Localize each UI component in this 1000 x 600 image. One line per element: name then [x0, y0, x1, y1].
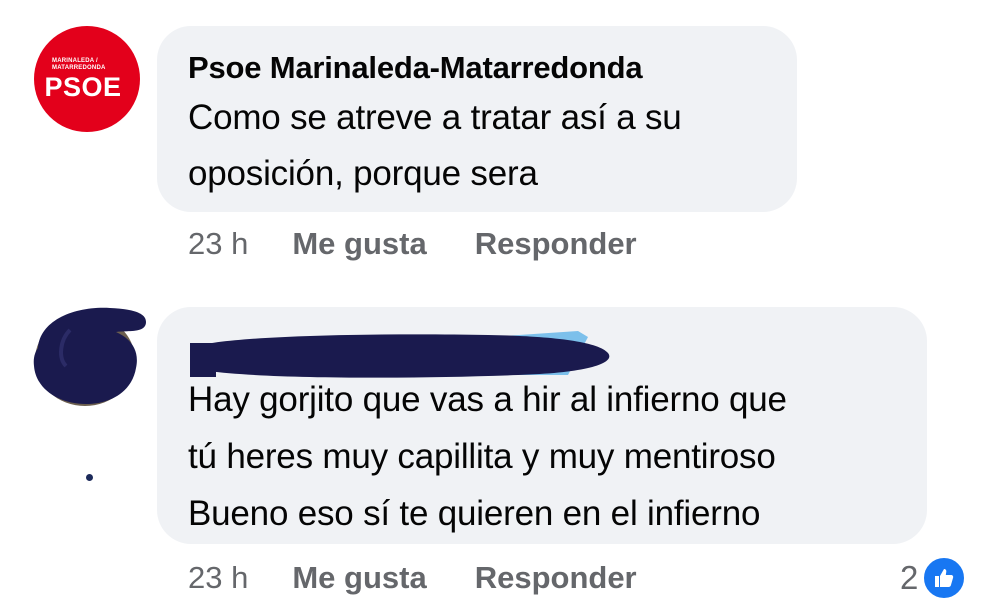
- reaction-summary[interactable]: 2: [900, 556, 967, 600]
- comment-thread: MARINALEDA / MATARREDONDA PSOE Psoe Mari…: [0, 0, 1000, 600]
- like-button[interactable]: Me gusta: [292, 226, 426, 262]
- like-button[interactable]: Me gusta: [292, 560, 426, 596]
- separator-dot: [86, 474, 93, 481]
- reply-button[interactable]: Responder: [475, 226, 637, 262]
- comment-text-line: tú heres muy capillita y muy mentiroso: [188, 437, 776, 476]
- avatar[interactable]: MARINALEDA / MATARREDONDA PSOE: [34, 26, 140, 132]
- comment-bubble: Psoe Marinaleda-Matarredonda Como se atr…: [157, 26, 797, 212]
- avatar-logo-line1: MARINALEDA /: [52, 57, 98, 64]
- reply-button[interactable]: Responder: [475, 560, 637, 596]
- avatar-logo-line2: MATARREDONDA: [52, 64, 106, 71]
- comment-author[interactable]: [188, 329, 897, 378]
- comment-actions: 23 h Me gusta Responder: [188, 560, 637, 596]
- comment-timestamp[interactable]: 23 h: [188, 226, 248, 262]
- avatar-logo-text: PSOE: [44, 71, 122, 102]
- avatar[interactable]: [30, 300, 150, 410]
- comment-actions: 23 h Me gusta Responder: [188, 226, 637, 262]
- reaction-count: 2: [900, 559, 919, 596]
- redaction-scribble: [33, 307, 147, 404]
- comment-bubble: Hay gorjito que vas a hir al infierno qu…: [157, 307, 927, 544]
- comment-author[interactable]: Psoe Marinaleda-Matarredonda: [188, 48, 767, 88]
- comment-timestamp[interactable]: 23 h: [188, 560, 248, 596]
- comment-text-line: Como se atreve a tratar así a su: [188, 98, 682, 137]
- comment-text-line: Bueno eso sí te quieren en el infierno: [188, 494, 761, 533]
- comment-text-line: oposición, porque sera: [188, 154, 538, 193]
- thumbs-up-icon: [922, 556, 967, 600]
- thumbs-up-glyph: [935, 569, 954, 587]
- redaction-bar: [190, 331, 610, 378]
